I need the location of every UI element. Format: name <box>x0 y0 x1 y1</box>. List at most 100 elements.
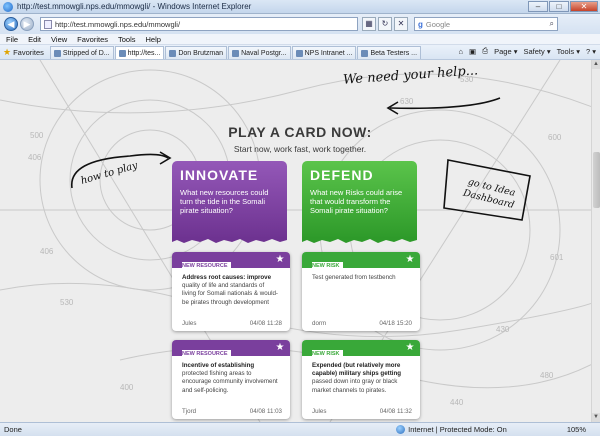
card-title: Address root causes: improve <box>182 274 272 281</box>
card-new-resource[interactable]: NEW RESOURCE ★ Incentive of establishing… <box>172 340 290 419</box>
card-header: NEW RESOURCE ★ <box>172 252 290 269</box>
safety-menu[interactable]: Safety ▾ <box>523 47 550 56</box>
zone-text: Internet | Protected Mode: On <box>408 425 507 434</box>
tab-label: Stripped of D... <box>62 49 110 57</box>
search-placeholder: Google <box>425 19 451 29</box>
card-body: Test generated from testbench <box>312 274 396 281</box>
favorites-button[interactable]: ★ Favorites <box>3 47 44 58</box>
scroll-up-icon[interactable]: ▲ <box>592 60 600 69</box>
compatibility-icon[interactable]: ▦ <box>362 17 376 31</box>
refresh-icon[interactable]: ↻ <box>378 17 392 31</box>
map-number: 530 <box>60 298 74 307</box>
tab-nps-intranet[interactable]: NPS Intranet ... <box>291 45 357 59</box>
scroll-thumb[interactable] <box>593 152 600 208</box>
innovate-title: INNOVATE <box>180 167 259 183</box>
card-type-label: NEW RISK <box>312 350 343 357</box>
card-footer: dorm 04/18 15:20 <box>302 320 420 331</box>
feeds-icon[interactable]: ▣ <box>469 47 476 56</box>
card-body: protected fishing areas to encourage com… <box>182 370 278 394</box>
card-type-label: NEW RESOURCE <box>182 262 231 269</box>
tab-stripped[interactable]: Stripped of D... <box>49 45 114 59</box>
card-header: NEW RISK ★ <box>302 340 420 357</box>
menu-help[interactable]: Help <box>146 35 161 44</box>
menu-file[interactable]: File <box>6 35 18 44</box>
card-new-risk[interactable]: NEW RISK ★ Test generated from testbench… <box>302 252 420 331</box>
tab-favicon-icon <box>361 49 369 57</box>
card-body: passed down into gray or black market ch… <box>312 378 398 394</box>
card-footer: Jules 04/08 11:28 <box>172 320 290 331</box>
vertical-scrollbar[interactable]: ▲ ▼ <box>591 60 600 422</box>
page-menu[interactable]: Page ▾ <box>494 47 517 56</box>
tab-favicon-icon <box>232 49 240 57</box>
card-author[interactable]: Jules <box>312 408 326 415</box>
favorite-star-icon[interactable]: ★ <box>274 254 286 266</box>
window-title-bar: http://test.mmowgli.nps.edu/mmowgli/ - W… <box>0 0 600 14</box>
card-author[interactable]: Jules <box>182 320 196 327</box>
tab-beta-testers[interactable]: Beta Testers ... <box>357 45 422 59</box>
back-button[interactable]: ◀ <box>4 17 18 31</box>
card-title: Expended (but relatively more capable) m… <box>312 362 402 378</box>
tools-menu[interactable]: Tools ▾ <box>557 47 580 56</box>
help-menu[interactable]: ? ▾ <box>586 47 596 56</box>
card-date: 04/08 11:32 <box>379 408 412 415</box>
tab-label: Beta Testers ... <box>370 49 418 57</box>
address-tools: ▦ ↻ ✕ <box>362 17 410 31</box>
tab-favicon-icon <box>295 49 303 57</box>
card-title: Incentive of establishing <box>182 362 255 369</box>
card-author[interactable]: dorm <box>312 320 326 327</box>
page-icon <box>44 19 52 29</box>
window-title: http://test.mmowgli.nps.edu/mmowgli/ - W… <box>17 2 252 11</box>
forward-button[interactable]: ▶ <box>20 17 34 31</box>
tab-label: http://tes... <box>127 49 161 57</box>
menu-tools[interactable]: Tools <box>118 35 136 44</box>
card-footer: Jules 04/08 11:32 <box>302 408 420 419</box>
print-icon[interactable]: ⎙ <box>482 46 488 56</box>
card-date: 04/08 11:28 <box>249 320 282 327</box>
defend-card-button[interactable]: DEFEND What new Risks could arise that w… <box>302 161 417 243</box>
status-bar: Done Internet | Protected Mode: On 105% <box>0 422 600 436</box>
tab-mmowgli[interactable]: http://tes... <box>114 45 165 59</box>
stop-icon[interactable]: ✕ <box>394 17 408 31</box>
home-icon[interactable]: ⌂ <box>458 47 463 56</box>
map-number: 601 <box>550 253 564 262</box>
zoom-level[interactable]: 105% <box>567 425 586 434</box>
globe-icon <box>396 425 406 434</box>
favorite-star-icon[interactable]: ★ <box>274 342 286 354</box>
card-body: quality of life and standards of living … <box>182 282 278 306</box>
favorite-star-icon[interactable]: ★ <box>404 254 416 266</box>
map-number: 500 <box>30 131 44 140</box>
menu-view[interactable]: View <box>51 35 67 44</box>
innovate-card-button[interactable]: INNOVATE What new resources could turn t… <box>172 161 287 243</box>
tab-naval-postgrad[interactable]: Naval Postgr... <box>228 45 291 59</box>
menu-edit[interactable]: Edit <box>28 35 41 44</box>
defend-question: What new Risks could arise that would tr… <box>310 188 403 215</box>
card-text: Address root causes: improve quality of … <box>172 268 290 320</box>
card-author[interactable]: Tjord <box>182 408 196 415</box>
card-header: NEW RESOURCE ★ <box>172 340 290 357</box>
search-icon[interactable]: ⌕ <box>550 19 554 29</box>
url-field[interactable]: http://test.mmowgli.nps.edu/mmowgli/ <box>40 17 358 31</box>
scroll-down-icon[interactable]: ▼ <box>592 413 600 422</box>
card-text: Incentive of establishing protected fish… <box>172 356 290 408</box>
close-button[interactable]: ✕ <box>570 1 598 12</box>
map-number: 600 <box>548 133 562 142</box>
menu-bar: File Edit View Favorites Tools Help <box>0 34 600 45</box>
card-new-resource[interactable]: NEW RESOURCE ★ Address root causes: impr… <box>172 252 290 331</box>
maximize-button[interactable]: □ <box>549 1 569 12</box>
card-type-label: NEW RISK <box>312 262 343 269</box>
card-footer: Tjord 04/08 11:03 <box>172 408 290 419</box>
status-text: Done <box>4 425 22 434</box>
card-new-risk[interactable]: NEW RISK ★ Expended (but relatively more… <box>302 340 420 419</box>
map-number: 400 <box>120 383 134 392</box>
tab-favicon-icon <box>169 49 177 57</box>
search-field[interactable]: g Google ⌕ <box>414 17 558 31</box>
tab-don-brutzman[interactable]: Don Brutzman <box>165 45 228 59</box>
map-number: 440 <box>450 398 464 407</box>
security-zone[interactable]: Internet | Protected Mode: On <box>396 425 507 434</box>
page-subtitle: Start now, work fast, work together. <box>233 144 367 154</box>
minimize-button[interactable]: – <box>528 1 548 12</box>
favorite-star-icon[interactable]: ★ <box>404 342 416 354</box>
menu-favorites[interactable]: Favorites <box>77 35 108 44</box>
map-number: 630 <box>400 97 414 106</box>
torn-edge <box>302 237 417 243</box>
